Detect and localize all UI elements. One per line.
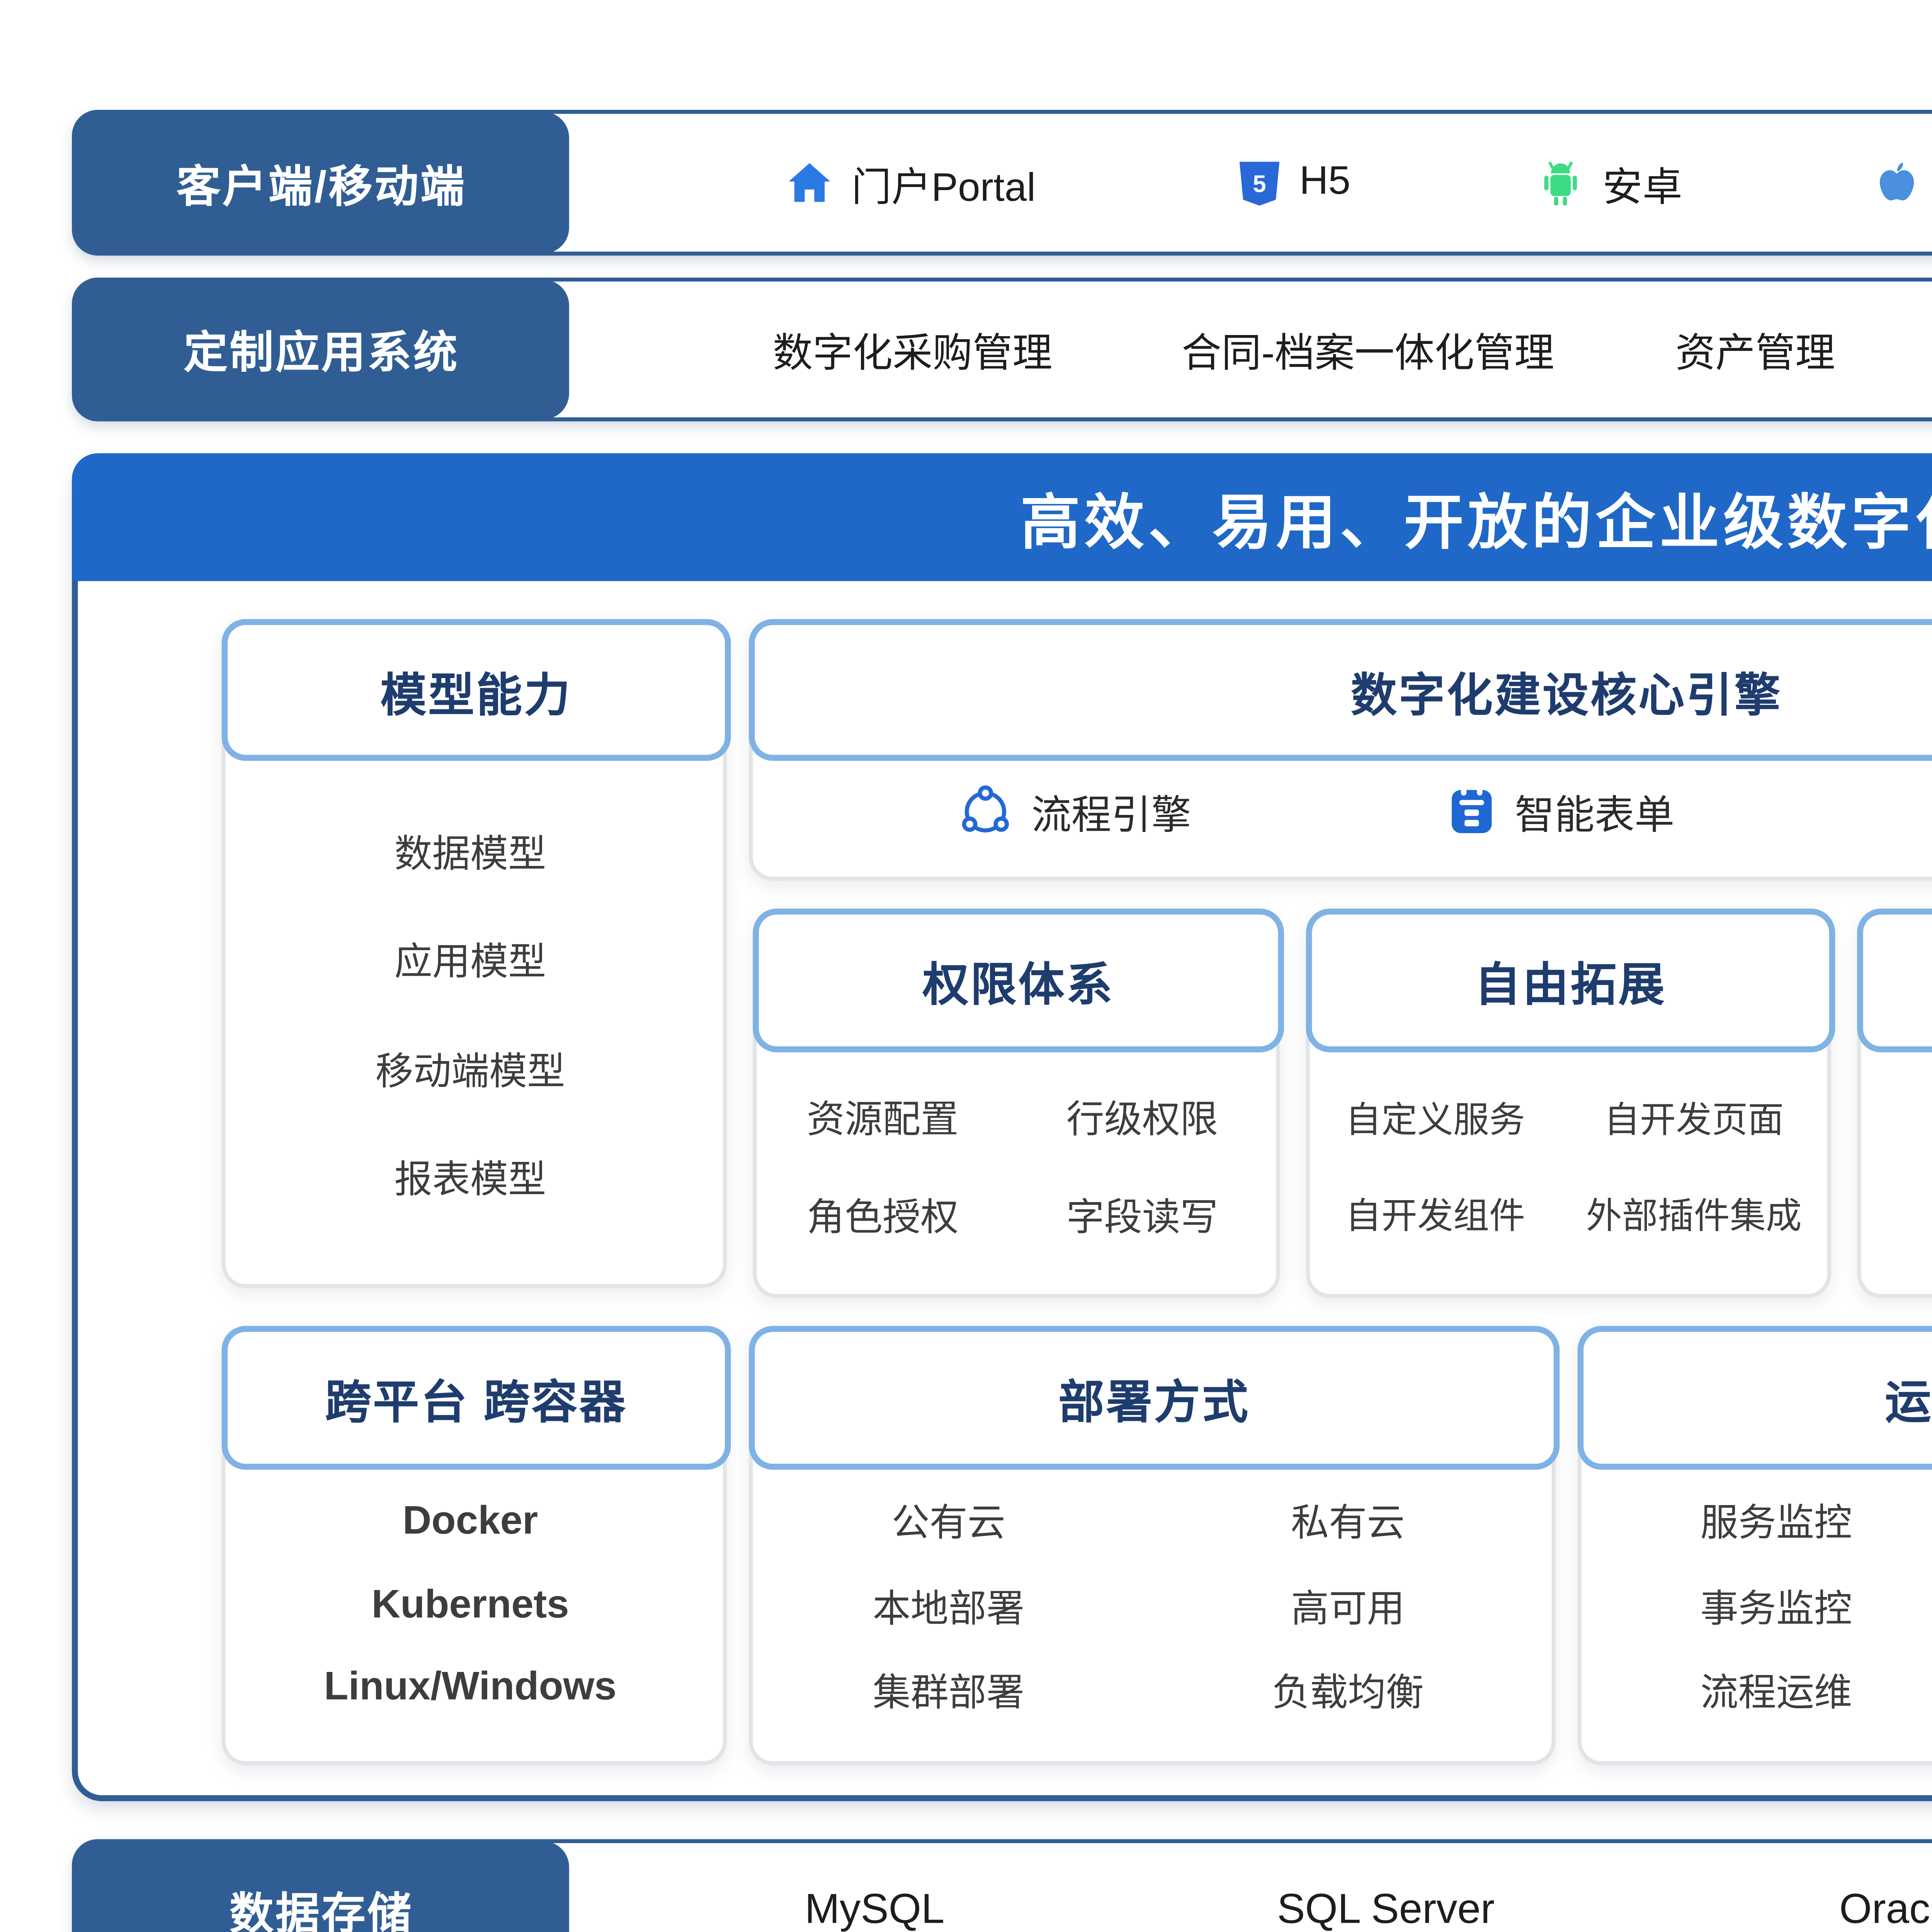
cross-platform-item: Kubernets xyxy=(371,1583,569,1629)
custom-apps-bar: 定制应用系统 数字化采购管理 合同-档案一体化管理 资产管理 人力资源管理 业务… xyxy=(72,277,1932,421)
model-item: 应用模型 xyxy=(395,933,546,987)
custom-view-icon xyxy=(1930,784,1932,838)
storage-item: Oracle xyxy=(1839,1887,1932,1932)
extension-item: 自开发组件 xyxy=(1345,1189,1525,1241)
storage-bar-pill: 数据存储 xyxy=(74,1841,569,1932)
model-item: 报表模型 xyxy=(395,1151,546,1205)
monitoring-item: 流程运维 xyxy=(1700,1663,1852,1717)
client-item-label: 安卓 xyxy=(1602,154,1682,212)
permission-title: 权限体系 xyxy=(753,908,1284,1052)
android-icon xyxy=(1537,158,1585,207)
custom-apps-bar-pill: 定制应用系统 xyxy=(74,280,569,420)
platform-banner: 高效、易用、开放的企业级数字化平台 xyxy=(72,453,1932,581)
client-item-h5: 5 H5 xyxy=(1238,159,1350,207)
home-icon xyxy=(786,159,833,207)
custom-app-item: 合同-档案一体化管理 xyxy=(1182,320,1554,378)
monitoring-item: 事务监控 xyxy=(1700,1578,1852,1633)
deployment-title: 部署方式 xyxy=(749,1326,1560,1470)
monitoring-title: 运维监控 xyxy=(1578,1326,1932,1470)
client-bar-pill: 客户端/移动端 xyxy=(74,112,569,253)
cross-platform-item: Docker xyxy=(403,1500,538,1546)
custom-app-item: 数字化采购管理 xyxy=(773,320,1053,378)
client-item-android: 安卓 xyxy=(1537,154,1682,212)
permission-item: 行级权限 xyxy=(1066,1090,1218,1145)
client-item-portal: 门户Portal xyxy=(786,154,1036,212)
feature-workflow: 流程引擎 xyxy=(957,782,1191,840)
deployment-item: 高可用 xyxy=(1291,1578,1405,1633)
architecture-diagram: 客户端/移动端 门户Portal 5 H5 xyxy=(0,0,1932,1932)
model-item: 数据模型 xyxy=(395,824,546,878)
monitoring-item: 服务监控 xyxy=(1700,1494,1852,1548)
extension-title: 自由拓展 xyxy=(1306,908,1835,1052)
model-capability-title: 模型能力 xyxy=(222,619,731,761)
html5-icon: 5 xyxy=(1238,159,1282,207)
model-item: 移动端模型 xyxy=(375,1042,565,1096)
feature-smart-form: 智能表单 xyxy=(1447,782,1674,840)
orchestration-list: 前端逻辑编排 后端服务编排 xyxy=(1857,1046,1932,1286)
workflow-icon xyxy=(957,784,1012,838)
cross-platform-item: Linux/Windows xyxy=(324,1665,617,1711)
permission-item: 角色授权 xyxy=(807,1188,959,1242)
storage-item: SQL Server xyxy=(1277,1887,1495,1932)
extension-item: 外部插件集成 xyxy=(1586,1189,1802,1241)
cross-platform-list: Docker Kubernets Linux/Windows xyxy=(222,1464,719,1747)
core-engine-title: 数字化建设核心引擎 xyxy=(749,619,1932,761)
client-item-ios: iOS xyxy=(1874,158,1932,207)
permission-item: 字段读写 xyxy=(1066,1188,1218,1242)
deployment-item: 私有云 xyxy=(1291,1494,1405,1548)
monitoring-list: 服务监控 API监控 事务监控 性能监控 流程运维 故障恢复 xyxy=(1578,1464,1932,1747)
svg-text:5: 5 xyxy=(1253,170,1266,197)
apple-icon xyxy=(1874,158,1920,207)
feature-label: 流程引擎 xyxy=(1031,782,1191,840)
extension-item: 自定义服务 xyxy=(1345,1092,1525,1143)
feature-custom-view: 个性视图 xyxy=(1930,782,1932,840)
deployment-item: 公有云 xyxy=(891,1494,1005,1548)
storage-bar: 数据存储 MySQL SQL Server Oracle Redis 国产数据库 xyxy=(72,1839,1932,1932)
core-engine-features: 流程引擎 智能表单 xyxy=(749,755,1932,866)
client-item-label: H5 xyxy=(1299,160,1350,206)
extension-list: 自定义服务 自开发页面 自开发组件 外部插件集成 xyxy=(1306,1046,1823,1286)
permission-item: 资源配置 xyxy=(807,1090,959,1145)
client-bar: 客户端/移动端 门户Portal 5 H5 xyxy=(72,110,1932,255)
smart-form-icon xyxy=(1447,785,1495,837)
custom-app-item: 资产管理 xyxy=(1675,320,1835,378)
orchestration-title: 编排能力 xyxy=(1857,908,1932,1052)
deployment-item: 负载均衡 xyxy=(1272,1663,1424,1717)
client-item-label: 门户Portal xyxy=(851,154,1036,212)
deployment-item: 本地部署 xyxy=(872,1578,1024,1633)
deployment-list: 公有云 私有云 本地部署 高可用 集群部署 负载均衡 xyxy=(749,1464,1548,1747)
extension-item: 自开发页面 xyxy=(1604,1092,1784,1143)
deployment-item: 集群部署 xyxy=(872,1663,1024,1717)
feature-label: 智能表单 xyxy=(1515,782,1674,840)
permission-list: 资源配置 行级权限 角色授权 字段读写 xyxy=(753,1046,1272,1286)
storage-item: MySQL xyxy=(805,1887,945,1932)
cross-platform-title: 跨平台 跨容器 xyxy=(222,1326,731,1470)
model-capability-list: 数据模型 应用模型 移动端模型 报表模型 xyxy=(222,769,719,1260)
